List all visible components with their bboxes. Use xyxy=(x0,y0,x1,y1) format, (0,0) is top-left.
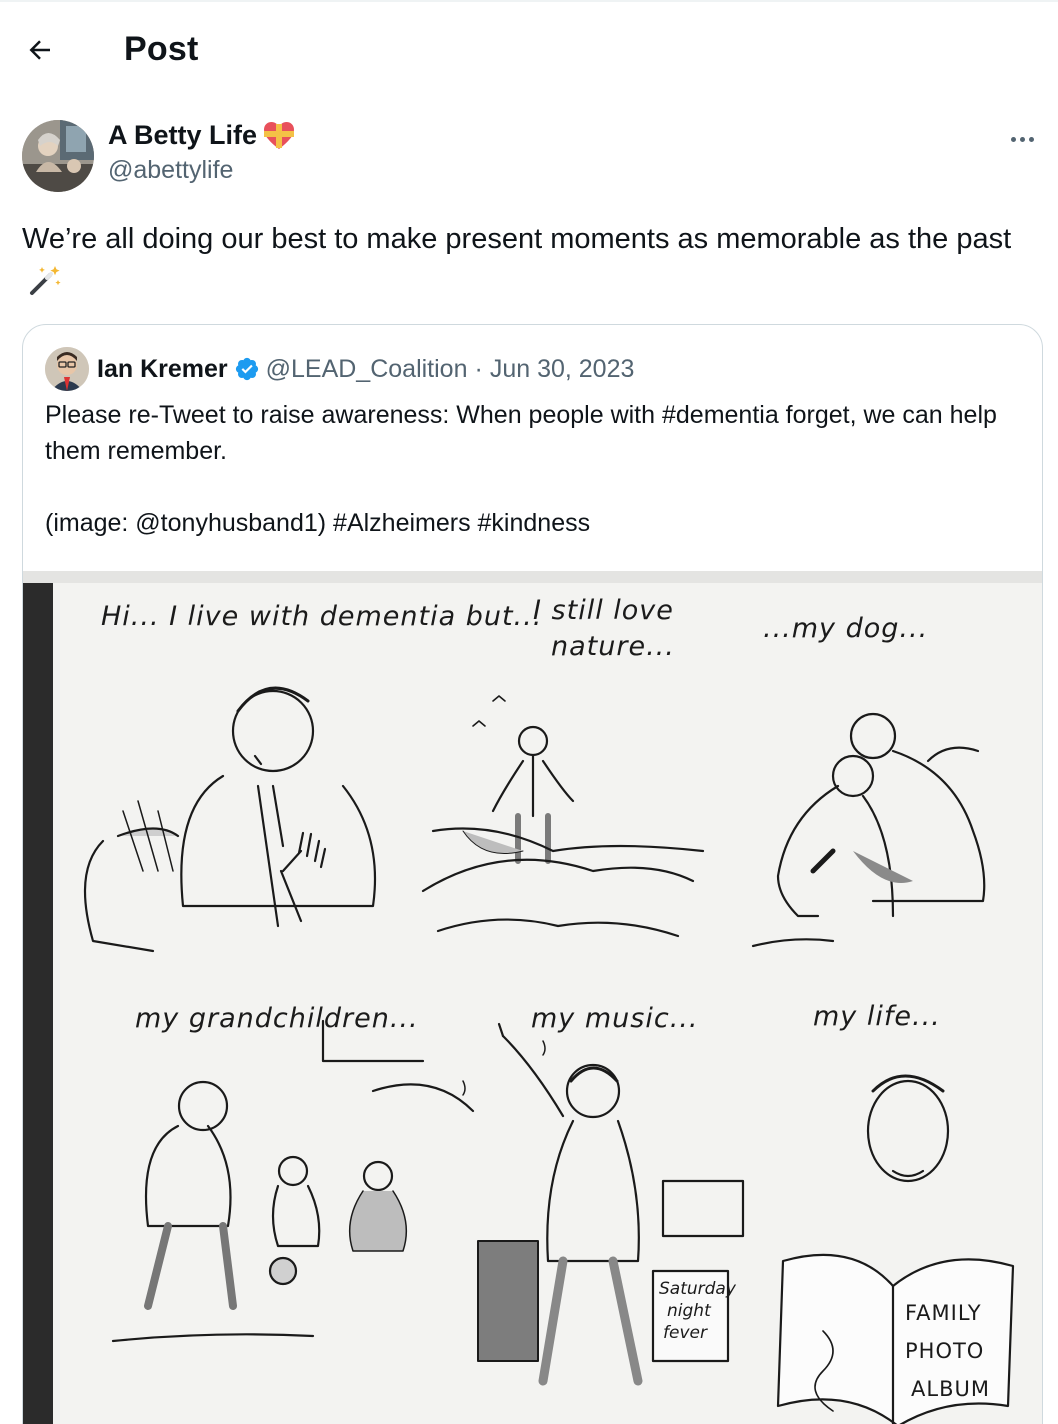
cartoon-image[interactable]: Hi... I live with dementia but... I stil… xyxy=(23,571,1042,1424)
caption-panel-2a: I still love xyxy=(533,595,674,626)
quoted-post-header: Ian Kremer @LEAD_Coalition · Jun 30, 202… xyxy=(45,347,634,391)
caption-panel-6: my life... xyxy=(813,1001,941,1032)
record-label-line-2: night xyxy=(667,1301,711,1321)
verified-badge-icon xyxy=(235,357,258,381)
quoted-post-text: Please re-Tweet to raise awareness: When… xyxy=(45,397,1015,541)
separator-dot: · xyxy=(474,354,483,383)
quoted-display-name[interactable]: Ian Kremer xyxy=(97,355,228,384)
album-title-line-2: PHOTO xyxy=(905,1339,985,1363)
quoted-date[interactable]: Jun 30, 2023 xyxy=(490,355,635,384)
record-label-line-3: fever xyxy=(663,1323,707,1343)
more-options-button[interactable] xyxy=(1002,124,1042,154)
more-dot xyxy=(1010,136,1016,142)
avatar[interactable] xyxy=(22,120,94,192)
more-dot xyxy=(1019,136,1025,142)
page-title: Post xyxy=(124,30,199,68)
caption-panel-4: my grandchildren... xyxy=(135,1003,419,1034)
quoted-text-paragraph: Please re-Tweet to raise awareness: When… xyxy=(45,401,997,465)
caption-panel-5: my music... xyxy=(531,1003,699,1034)
caption-panel-3: ...my dog... xyxy=(763,613,929,644)
caption-panel-2b: nature... xyxy=(551,631,675,662)
post-author: A Betty Life @abettylife xyxy=(22,118,1042,194)
author-handle[interactable]: @abettylife xyxy=(108,156,295,185)
album-title-line-3: ALBUM xyxy=(911,1377,990,1401)
quoted-handle[interactable]: @LEAD_Coalition xyxy=(266,355,468,384)
quoted-avatar[interactable] xyxy=(45,347,89,391)
quoted-text-credits: (image: @tonyhusband1) #Alzheimers #kind… xyxy=(45,509,591,537)
post-body: We’re all doing our best to make present… xyxy=(22,223,1012,255)
album-title-line-1: FAMILY xyxy=(905,1301,982,1325)
post-text: We’re all doing our best to make present… xyxy=(22,218,1032,302)
magic-wand-icon xyxy=(30,266,61,295)
caption-panel-1: Hi... I live with dementia but... xyxy=(101,601,543,632)
arrow-left-icon xyxy=(29,40,50,60)
author-display-name[interactable]: A Betty Life xyxy=(108,120,257,151)
back-button[interactable] xyxy=(20,30,60,70)
heart-with-ribbon-icon xyxy=(264,121,295,149)
post-header: Post xyxy=(0,0,1058,100)
more-dot xyxy=(1028,136,1034,142)
quoted-post-card[interactable]: Ian Kremer @LEAD_Coalition · Jun 30, 202… xyxy=(22,324,1043,1424)
record-label-line-1: Saturday xyxy=(659,1279,736,1299)
